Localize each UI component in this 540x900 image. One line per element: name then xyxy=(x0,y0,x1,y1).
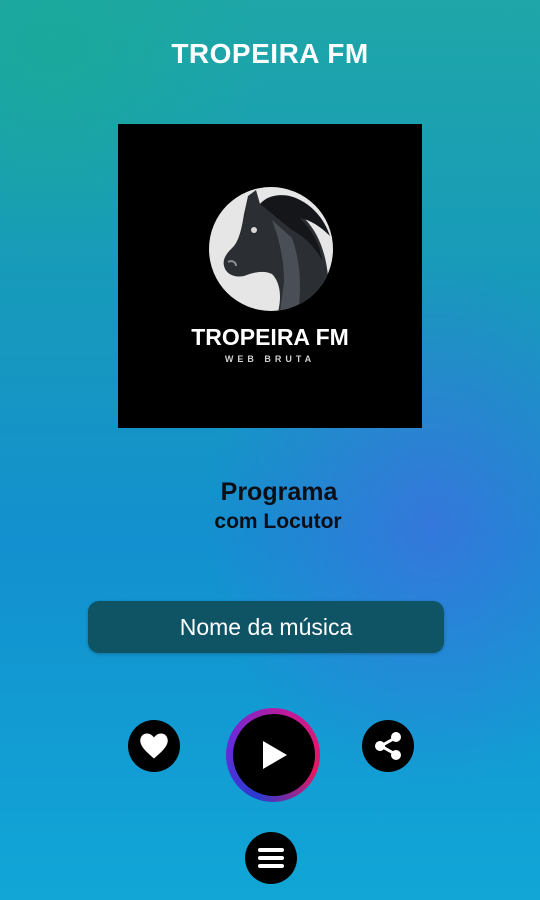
app-title: TROPEIRA FM xyxy=(171,38,369,69)
program-title: Programa xyxy=(220,478,338,506)
share-button[interactable] xyxy=(362,720,414,772)
like-button[interactable] xyxy=(128,720,180,772)
share-icon xyxy=(375,732,401,760)
song-name: Nome da música xyxy=(179,613,353,640)
play-icon xyxy=(263,741,287,769)
menu-button[interactable] xyxy=(245,832,297,884)
station-cover-art: TROPEIRA FM WEB BRUTA xyxy=(118,124,422,428)
menu-icon xyxy=(258,848,284,868)
program-subtitle: com Locutor xyxy=(214,510,342,533)
logo-title: TROPEIRA FM xyxy=(191,324,349,350)
song-name-bar: Nome da música xyxy=(88,601,444,653)
logo-subtitle: WEB BRUTA xyxy=(224,354,316,364)
horse-logo-icon xyxy=(209,187,333,311)
heart-icon xyxy=(140,733,168,759)
play-button[interactable] xyxy=(233,714,315,796)
